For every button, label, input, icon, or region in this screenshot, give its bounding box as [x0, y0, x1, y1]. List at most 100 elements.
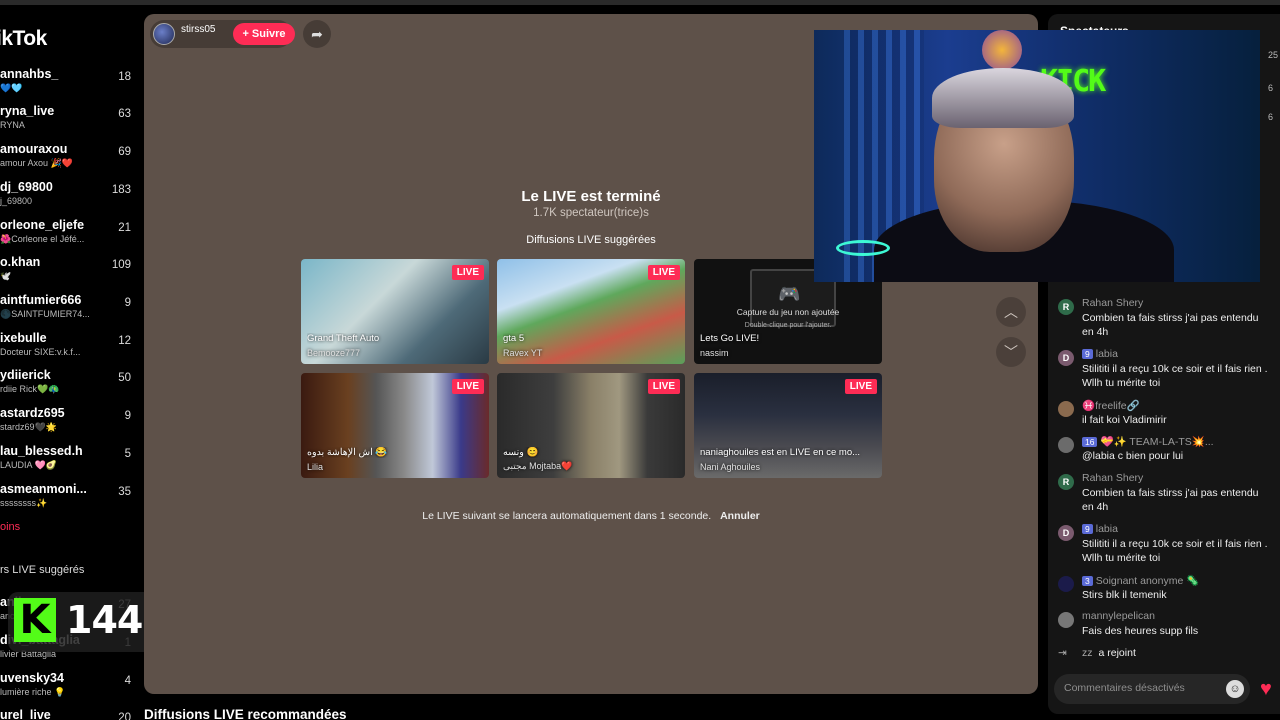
account-subtitle: stardz69🖤🌟 — [0, 422, 57, 432]
suggested-live-card[interactable]: LIVE ونسه 😊 مجتبى Mojtaba❤️ — [497, 373, 685, 478]
sidebar-account[interactable]: o.khan 🕊️ 109 — [0, 255, 142, 293]
chat-message: R Rahan Shery Combien ta fais stirss j'a… — [1058, 472, 1268, 518]
viewer-count: 109 — [111, 259, 131, 271]
account-subtitle: amour Axou 🎉❤️ — [0, 158, 73, 168]
viewer-count: 35 — [118, 486, 131, 498]
user-avatar[interactable] — [1058, 437, 1074, 453]
chat-username[interactable]: mannylepelican — [1082, 610, 1155, 622]
kick-logo-icon: K — [14, 598, 56, 642]
account-name: annahbs_ — [0, 67, 59, 81]
level-badge: 9 — [1082, 349, 1093, 359]
viewer-count: 12 — [118, 335, 131, 347]
user-avatar[interactable]: R — [1058, 299, 1074, 315]
capture-hint-text: Double-clique pour l'ajouter. — [744, 322, 832, 329]
account-subtitle: 🕊️ — [0, 271, 12, 281]
chat-username[interactable]: ♓freelife🔗 — [1082, 399, 1140, 412]
joined-text: a rejoint — [1098, 647, 1136, 659]
account-name: urel_live — [0, 708, 51, 720]
suggested-live-card[interactable]: LIVE gta 5 Ravex YT — [497, 259, 685, 364]
tiktok-logo[interactable]: ikTok — [0, 27, 47, 51]
host-name[interactable]: stirss05 — [181, 24, 215, 35]
suggested-live-card[interactable]: LIVE اش الإهاشة بدوه 😂 Lilia — [301, 373, 489, 478]
chevron-down-icon[interactable]: ﹀ — [996, 337, 1026, 367]
sidebar-account[interactable]: aintfumier666 🌑SAINTFUMIER74... 9 — [0, 293, 142, 331]
chat-text: Combien ta fais stirss j'ai pas entendu … — [1082, 312, 1259, 338]
follow-button[interactable]: + Suivre — [233, 23, 295, 45]
user-avatar[interactable]: R — [1058, 474, 1074, 490]
sidebar-account[interactable]: amouraxou amour Axou 🎉❤️ 69 — [0, 142, 142, 180]
viewer-count: 183 — [111, 184, 131, 196]
live-badge: LIVE — [451, 265, 484, 280]
sidebar-account[interactable]: annahbs_ 💙🩵 18 — [0, 67, 142, 105]
viewer-count: 9 — [124, 297, 131, 309]
ranking-number: 6 — [1268, 83, 1274, 93]
sidebar-account[interactable]: orleone_eljefe 🌺Corleone el Jéfé... 21 — [0, 218, 142, 256]
account-name: orleone_eljefe — [0, 218, 85, 232]
autoplay-text: Le LIVE suivant se lancera automatiqueme… — [422, 510, 712, 522]
card-streamer: Lilia — [307, 462, 324, 472]
comment-input[interactable]: Commentaires désactivés ☺ — [1054, 674, 1250, 704]
chat-text: Fais des heures supp fils — [1082, 625, 1199, 637]
user-avatar[interactable]: D — [1058, 525, 1074, 541]
user-avatar[interactable] — [1058, 401, 1074, 417]
sidebar-account[interactable]: lau_blessed.h LAUDIA 🩷🥑 5 — [0, 444, 142, 482]
sidebar-account[interactable]: asmeanmoni... ssssssss✨ 35 — [0, 482, 142, 520]
suggested-account[interactable]: urel_live 20 — [0, 708, 142, 720]
sidebar-account[interactable]: ixebulle Docteur SIXE:v.k.f... 12 — [0, 331, 142, 369]
account-name: ryna_live — [0, 104, 55, 118]
comment-placeholder: Commentaires désactivés — [1064, 682, 1185, 694]
share-icon[interactable]: ➦ — [303, 20, 331, 48]
account-name: astardz695 — [0, 406, 65, 420]
chat-text: @labia c bien pour lui — [1082, 450, 1184, 462]
account-name: ixebulle — [0, 331, 47, 345]
sidebar-account[interactable]: astardz695 stardz69🖤🌟 9 — [0, 406, 142, 444]
heart-icon[interactable]: ♥ — [1260, 678, 1272, 701]
chat-username[interactable]: 16 💝✨ TEAM-LA-TS💥... — [1082, 435, 1214, 448]
emoji-icon[interactable]: ☺ — [1226, 680, 1244, 698]
sidebar-account[interactable]: dj_69800 j_69800 183 — [0, 180, 142, 218]
chat-message: 16 💝✨ TEAM-LA-TS💥... @labia c bien pour l… — [1058, 435, 1268, 465]
capture-missing-text: Capture du jeu non ajoutée — [736, 307, 840, 317]
level-badge: 16 — [1082, 437, 1098, 447]
viewer-count: 63 — [118, 108, 131, 120]
chat-username[interactable]: Rahan Shery — [1082, 472, 1143, 484]
ranking-number: 6 — [1268, 112, 1274, 122]
viewer-count: 4 — [124, 675, 131, 687]
gamepad-icon: 🎮 — [778, 284, 801, 304]
suggested-live-card[interactable]: LIVE naniaghouiles est en LIVE en ce mo.… — [694, 373, 882, 478]
live-badge: LIVE — [647, 265, 680, 280]
card-streamer: Ravex YT — [503, 348, 543, 358]
chevron-up-icon[interactable]: ︿ — [996, 297, 1026, 327]
host-avatar[interactable] — [153, 23, 175, 45]
autoplay-notice: Le LIVE suivant se lancera automatiqueme… — [144, 510, 1038, 522]
account-subtitle: Docteur SIXE:v.k.f... — [0, 347, 81, 357]
chat-username[interactable]: 3 Soignant anonyme 🦠 — [1082, 574, 1199, 587]
show-less-link[interactable]: oins — [0, 521, 20, 533]
user-avatar[interactable] — [1058, 612, 1074, 628]
joined-username[interactable]: zz — [1082, 647, 1093, 659]
user-avatar[interactable]: D — [1058, 350, 1074, 366]
chat-text: Stilititi il a reçu 10k ce soir et il fa… — [1082, 363, 1268, 389]
chat-username[interactable]: Rahan Shery — [1082, 297, 1143, 309]
account-name: ydiierick — [0, 368, 51, 382]
live-badge: LIVE — [451, 379, 484, 394]
cancel-autoplay-button[interactable]: Annuler — [720, 510, 760, 522]
chat-username[interactable]: 9 labia — [1082, 523, 1118, 535]
sidebar-account[interactable]: ydiierick rdiie Rick💚🦚 50 — [0, 368, 142, 406]
suggested-live-card[interactable]: LIVE Grand Theft Auto Bemooze777 — [301, 259, 489, 364]
chat-username[interactable]: 9 labia — [1082, 348, 1118, 360]
user-avatar[interactable] — [1058, 576, 1074, 592]
chat-text: Stilititi il a reçu 10k ce soir et il fa… — [1082, 538, 1268, 564]
chat-text: Combien ta fais stirss j'ai pas entendu … — [1082, 487, 1259, 513]
suggested-account[interactable]: uvensky34 lumière riche 💡 4 — [0, 671, 142, 709]
sidebar-account[interactable]: ryna_live RYNA 63 — [0, 104, 142, 142]
viewer-count: 9 — [124, 410, 131, 422]
viewer-count: 69 — [118, 146, 131, 158]
suggested-lives-heading: rs LIVE suggérés — [0, 564, 85, 576]
top-bar — [0, 0, 1280, 5]
live-badge: LIVE — [647, 379, 680, 394]
chat-message: R Rahan Shery Combien ta fais stirss j'a… — [1058, 297, 1268, 343]
account-subtitle: LAUDIA 🩷🥑 — [0, 460, 57, 470]
account-name: uvensky34 — [0, 671, 64, 685]
streamer-hair — [932, 68, 1074, 128]
